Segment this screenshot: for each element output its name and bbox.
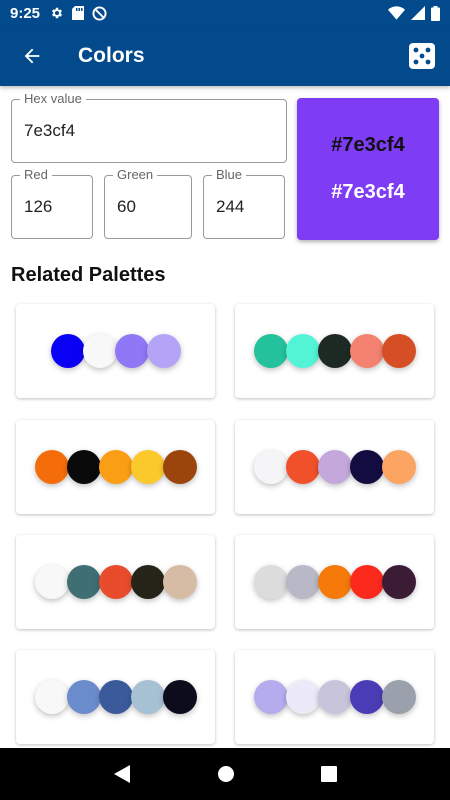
palette-color-dot — [285, 334, 320, 368]
blue-field[interactable]: Blue 244 — [203, 167, 285, 239]
cell-signal-icon — [411, 6, 425, 20]
palette-card[interactable] — [16, 420, 215, 514]
system-nav-bar — [0, 748, 450, 800]
palette-color-dot — [34, 680, 69, 714]
palette-swatches — [253, 565, 416, 599]
palette-color-dot — [82, 334, 117, 368]
palette-color-dot — [34, 450, 69, 484]
triangle-back-icon — [114, 765, 130, 783]
palette-color-dot — [98, 450, 133, 484]
green-label: Green — [113, 167, 158, 183]
palette-color-dot — [253, 334, 288, 368]
nav-home-button[interactable] — [217, 765, 235, 783]
palette-color-dot — [317, 334, 352, 368]
palette-color-dot — [146, 334, 181, 368]
nav-recents-button[interactable] — [321, 766, 337, 782]
palette-color-dot — [349, 680, 384, 714]
palette-color-dot — [317, 565, 352, 599]
dice-icon — [409, 43, 435, 69]
green-input[interactable]: 60 — [117, 197, 136, 217]
palette-swatches — [50, 334, 181, 368]
nav-back-button[interactable] — [113, 765, 131, 783]
palette-swatches — [253, 680, 416, 714]
palette-color-dot — [349, 334, 384, 368]
palette-card[interactable] — [235, 420, 434, 514]
palette-color-dot — [285, 450, 320, 484]
battery-icon — [431, 5, 440, 21]
palette-color-dot — [285, 565, 320, 599]
palette-color-dot — [381, 334, 416, 368]
preview-dark-text: #7e3cf4 — [331, 134, 405, 156]
palette-swatches — [253, 450, 416, 484]
palette-color-dot — [34, 565, 69, 599]
blue-label: Blue — [212, 167, 247, 183]
palette-color-dot — [381, 565, 416, 599]
status-bar: 9:25 — [0, 0, 450, 26]
hex-value-field[interactable]: Hex value 7e3cf4 — [11, 91, 287, 163]
palette-color-dot — [253, 680, 288, 714]
arrow-back-icon — [24, 48, 40, 64]
palette-swatches — [34, 680, 197, 714]
palette-color-dot — [98, 565, 133, 599]
palette-color-dot — [349, 565, 384, 599]
wifi-icon — [388, 6, 405, 20]
palette-card[interactable] — [235, 650, 434, 744]
random-color-button[interactable] — [408, 42, 436, 70]
palette-color-dot — [317, 680, 352, 714]
square-recents-icon — [321, 766, 337, 782]
palette-card[interactable] — [16, 304, 215, 398]
palette-color-dot — [66, 450, 101, 484]
red-field[interactable]: Red 126 — [11, 167, 93, 239]
palette-swatches — [34, 565, 197, 599]
palette-card[interactable] — [16, 535, 215, 629]
palette-swatches — [253, 334, 416, 368]
palette-color-dot — [253, 565, 288, 599]
circle-home-icon — [218, 766, 234, 782]
palette-color-dot — [98, 680, 133, 714]
status-time: 9:25 — [10, 4, 41, 22]
palette-color-dot — [130, 680, 165, 714]
palette-color-dot — [162, 680, 197, 714]
red-label: Red — [20, 167, 52, 183]
green-field[interactable]: Green 60 — [104, 167, 192, 239]
color-preview-swatch[interactable]: #7e3cf4 #7e3cf4 — [297, 98, 439, 240]
palette-color-dot — [50, 334, 85, 368]
palette-color-dot — [130, 450, 165, 484]
back-button[interactable] — [4, 26, 60, 86]
settings-gear-icon — [50, 6, 64, 20]
preview-light-text: #7e3cf4 — [331, 181, 405, 203]
palette-color-dot — [285, 680, 320, 714]
palette-color-dot — [253, 450, 288, 484]
hex-value-input[interactable]: 7e3cf4 — [24, 121, 75, 141]
blue-input[interactable]: 244 — [216, 197, 244, 217]
palette-swatches — [34, 450, 197, 484]
palette-color-dot — [66, 565, 101, 599]
page-title: Colors — [78, 44, 145, 67]
palette-color-dot — [349, 450, 384, 484]
palette-color-dot — [114, 334, 149, 368]
hex-value-label: Hex value — [20, 91, 86, 107]
palette-color-dot — [162, 565, 197, 599]
palette-color-dot — [162, 450, 197, 484]
palette-card[interactable] — [235, 535, 434, 629]
palette-color-dot — [66, 680, 101, 714]
red-input[interactable]: 126 — [24, 197, 52, 217]
app-bar: Colors — [0, 26, 450, 86]
palette-color-dot — [317, 450, 352, 484]
palette-card[interactable] — [235, 304, 434, 398]
do-not-disturb-icon — [92, 5, 107, 21]
sd-card-icon — [72, 6, 85, 20]
palette-color-dot — [381, 680, 416, 714]
palette-color-dot — [130, 565, 165, 599]
related-palettes-heading: Related Palettes — [11, 264, 166, 286]
palette-card[interactable] — [16, 650, 215, 744]
palette-color-dot — [381, 450, 416, 484]
